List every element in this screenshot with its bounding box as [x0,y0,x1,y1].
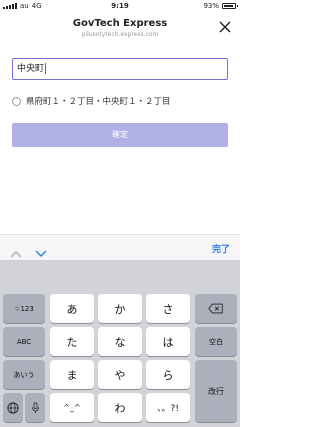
abc-key[interactable]: ABC [3,327,45,356]
address-option[interactable]: 県府町１・２丁目・中央町１・２丁目 [12,94,171,108]
backspace-key[interactable] [195,294,237,323]
previous-field-button[interactable] [10,243,22,258]
text-caret [45,63,47,74]
close-button[interactable] [218,20,232,34]
key-ma[interactable]: ま [50,360,94,389]
key-wa[interactable]: わ [98,393,142,422]
key-a[interactable]: あ [50,294,94,323]
key-ya[interactable]: や [98,360,142,389]
chevron-down-icon [35,250,47,257]
done-button[interactable]: 完了 [212,242,230,255]
return-key[interactable]: 改行 [195,360,237,422]
mic-key[interactable] [25,393,45,422]
key-na[interactable]: な [98,327,142,356]
status-bar: au 4G 9:19 93% [0,0,240,14]
globe-key[interactable] [3,393,23,422]
app-title: GovTech Express [72,18,168,29]
key-ha[interactable]: は [146,327,190,356]
close-icon [219,21,231,33]
battery-tip [237,5,238,7]
emoticon-key[interactable]: ^_^ [50,393,94,422]
key-ra[interactable]: ら [146,360,190,389]
input-value: 中央町 [17,64,45,74]
option-label: 県府町１・２丁目・中央町１・２丁目 [26,97,171,107]
chevron-up-icon [10,251,22,258]
key-sa[interactable]: さ [146,294,190,323]
key-ka[interactable]: か [98,294,142,323]
numbers-key[interactable]: ☆123 [3,294,45,323]
radio-button[interactable] [12,96,21,106]
battery-icon [222,3,238,9]
kana-key[interactable]: あいう [3,360,45,389]
battery-fill [224,5,234,7]
mic-icon [31,401,39,413]
address-input[interactable]: 中央町 [12,58,228,80]
keyboard-toolbar: 完了 [0,234,240,260]
next-field-button[interactable] [35,243,47,257]
confirm-button[interactable]: 確定 [12,123,228,147]
status-right: 93% [203,2,238,10]
space-key[interactable]: 空白 [195,327,237,356]
key-ta[interactable]: た [50,327,94,356]
battery-percent: 93% [203,2,219,10]
punctuation-key[interactable]: 、。?! [146,393,190,422]
keyboard: ☆123 あ か さ ABC た な は 空白 あいう ま や ら 改行 ^_^… [0,260,240,427]
app-url: pilusotytech.express.com [81,31,159,38]
backspace-icon [208,303,223,314]
globe-icon [7,401,19,414]
